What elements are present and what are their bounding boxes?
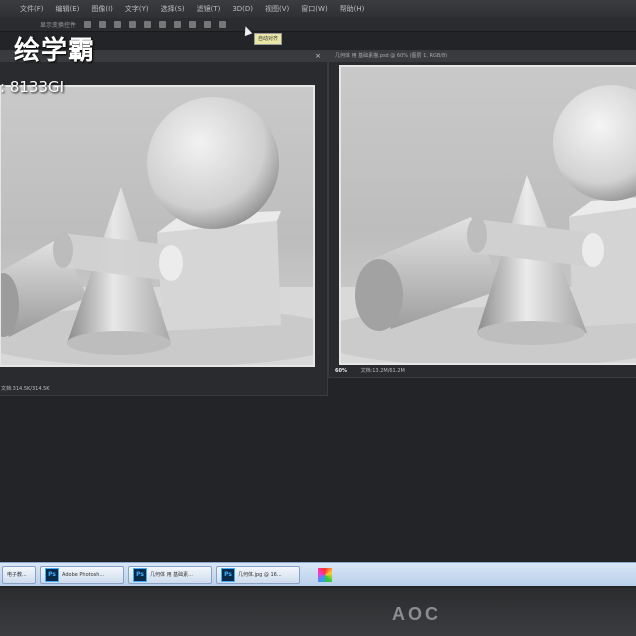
tooltip: 自动对齐 [254,33,282,45]
menu-file[interactable]: 文件(F) [20,4,44,14]
taskbar-item-label: 几何体 用 基础素... [150,572,193,578]
options-bar: 显示变换控件 [0,18,636,32]
3d-rotate-icon[interactable] [204,21,212,28]
still-life-photo-right [341,85,636,363]
align-left-icon[interactable] [129,21,137,28]
color-app-icon[interactable] [318,567,332,582]
menu-help[interactable]: 帮助(H) [340,4,365,14]
align-middle-icon[interactable] [99,21,107,28]
menu-filter[interactable]: 滤镜(T) [197,4,221,14]
status-bar-right: 60% 文档:13.2M/61.2M [329,366,636,377]
taskbar-item-label: 几何体.jpg @ 16... [238,572,282,578]
desktop-screen: 文件(F) 编辑(E) 图像(I) 文字(Y) 选择(S) 滤镜(T) 3D(D… [0,0,636,590]
align-bottom-icon[interactable] [114,21,122,28]
align-center-icon[interactable] [144,21,152,28]
menu-type[interactable]: 文字(Y) [125,4,149,14]
menu-window[interactable]: 窗口(W) [301,4,327,14]
taskbar-item-ebook[interactable]: 电子教... [2,565,36,584]
monitor-bezel [0,588,636,636]
menu-edit[interactable]: 编辑(E) [56,4,80,14]
photoshop-icon: Ps [133,567,147,582]
taskbar-item-photoshop[interactable]: Ps Adobe Photosh... [40,565,124,584]
taskbar: 电子教... Ps Adobe Photosh... Ps 几何体 用 基础素.… [0,562,636,586]
photoshop-icon: Ps [221,567,235,582]
watermark-id: : 8133GI [0,78,65,96]
document-window-left[interactable]: × 文档:314.5K/314.5K [0,50,328,396]
show-transform-controls-label[interactable]: 显示变换控件 [40,20,76,29]
zoom-level[interactable]: 60% [335,368,347,374]
menu-select[interactable]: 选择(S) [161,4,185,14]
menu-3d[interactable]: 3D(D) [232,5,253,13]
taskbar-item-label: Adobe Photosh... [62,571,105,578]
doc-size-right: 文档:13.2M/61.2M [360,368,405,374]
align-top-icon[interactable] [84,21,92,28]
menu-image[interactable]: 图像(I) [91,4,113,14]
canvas-right[interactable] [339,65,636,365]
watermark-logo: 绘学霸 [14,36,96,66]
taskbar-item-psd-doc[interactable]: Ps 几何体 用 基础素... [128,565,212,584]
taskbar-item-jpg-doc[interactable]: Ps 几何体.jpg @ 16... [216,565,300,584]
still-life-drawing-left [1,97,313,365]
doc-size-left: 文档:314.5K/314.5K [1,386,50,392]
status-bar-left: 文档:314.5K/314.5K [0,384,327,395]
doc-tab-right[interactable]: 几何体 用 基础素描.psd @ 60% (图层 1, RGB/8) [329,51,636,62]
auto-align-icon[interactable] [189,21,197,28]
3d-pan-icon[interactable] [219,21,227,28]
canvas-left[interactable] [0,85,315,367]
close-icon[interactable]: × [315,51,321,62]
menu-bar: 文件(F) 编辑(E) 图像(I) 文字(Y) 选择(S) 滤镜(T) 3D(D… [0,0,636,18]
align-right-icon[interactable] [159,21,167,28]
photoshop-icon: Ps [45,567,59,582]
taskbar-item-label: 电子教... [7,572,27,578]
document-window-right[interactable]: 几何体 用 基础素描.psd @ 60% (图层 1, RGB/8) 60% 文… [328,50,636,378]
distribute-icon[interactable] [174,21,182,28]
monitor-brand-logo: AOC [392,604,441,624]
menu-view[interactable]: 视图(V) [265,4,289,14]
